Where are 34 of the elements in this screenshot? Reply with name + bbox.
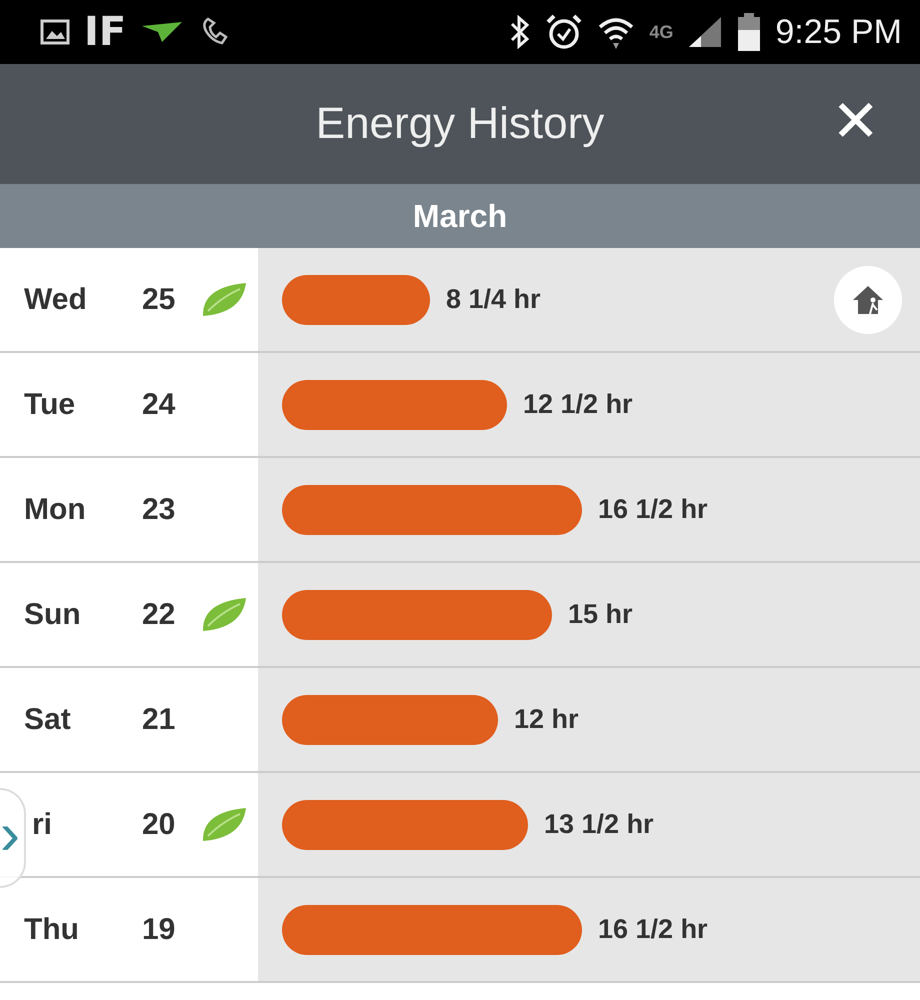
clock-text: 9:25 PM: [775, 12, 902, 52]
date-label: 25: [142, 282, 176, 316]
day-label: Tue: [24, 388, 76, 422]
date-label: 19: [142, 912, 176, 946]
image-icon: [40, 19, 70, 45]
usage-hours: 16 1/2 hr: [598, 494, 708, 525]
day-label: Mon: [24, 492, 87, 526]
day-label: Thu: [24, 912, 80, 946]
app-notification-text: IF: [84, 9, 126, 55]
day-label: Wed: [24, 282, 88, 316]
day-label: Sun: [24, 598, 82, 632]
screen-title: Energy History: [316, 99, 604, 149]
usage-hours: 8 1/4 hr: [446, 284, 541, 315]
month-title: March: [412, 198, 508, 234]
paper-plane-icon: [140, 20, 184, 44]
day-label: ri: [31, 808, 54, 842]
bluetooth-icon: [509, 15, 532, 49]
date-label: 24: [142, 388, 176, 422]
side-panel-tab[interactable]: ›: [0, 788, 26, 888]
close-button[interactable]: ✕: [831, 92, 880, 150]
alarm-clock-icon: [545, 13, 584, 51]
date-label: 20: [142, 808, 176, 842]
network-type-text: 4G: [649, 22, 674, 42]
date-label: 22: [142, 598, 176, 632]
battery-icon: [737, 12, 762, 52]
usage-hours: 16 1/2 hr: [598, 914, 708, 945]
day-label: Sat: [24, 702, 72, 736]
signal-icon: [687, 15, 724, 49]
date-label: 21: [142, 702, 176, 736]
usage-hours: 12 1/2 hr: [523, 389, 633, 420]
usage-hours: 13 1/2 hr: [544, 809, 654, 840]
usage-hours: 12 hr: [514, 704, 579, 735]
date-label: 23: [142, 492, 176, 526]
usage-hours: 15 hr: [568, 599, 633, 630]
